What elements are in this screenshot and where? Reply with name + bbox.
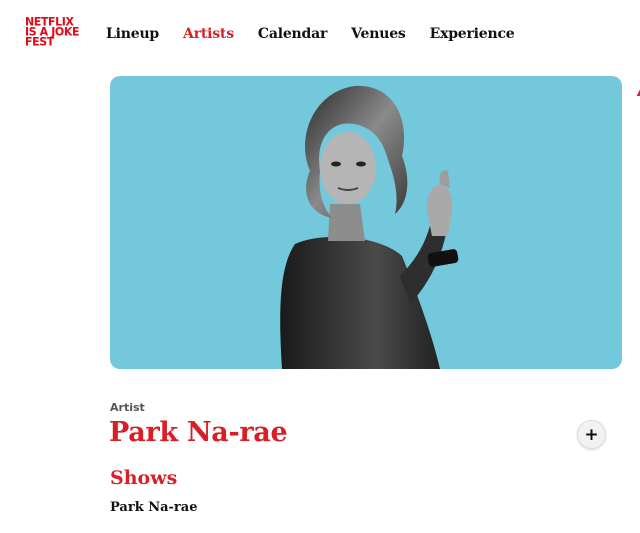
artist-name: Park Na-rae	[109, 417, 288, 448]
logo-line-3: FEST	[25, 34, 54, 49]
nav-artists[interactable]: Artists	[183, 26, 234, 42]
follow-button[interactable]: +	[577, 420, 606, 449]
show-link[interactable]: Park Na-rae	[110, 500, 197, 515]
nav-venues[interactable]: Venues	[351, 26, 406, 42]
artist-portrait-illustration	[280, 85, 459, 369]
offscreen-arrow-icon: ▲	[636, 88, 640, 96]
nav-experience[interactable]: Experience	[430, 26, 515, 42]
shows-heading: Shows	[110, 467, 178, 489]
artist-photo	[110, 76, 622, 369]
site-logo[interactable]: NETFLIX IS A JOKE FEST	[25, 16, 85, 49]
main-nav: Lineup Artists Calendar Venues Experienc…	[106, 26, 515, 42]
artist-kicker: Artist	[110, 401, 145, 414]
nav-lineup[interactable]: Lineup	[106, 26, 159, 42]
plus-icon: +	[584, 424, 599, 445]
nav-calendar[interactable]: Calendar	[258, 26, 327, 42]
